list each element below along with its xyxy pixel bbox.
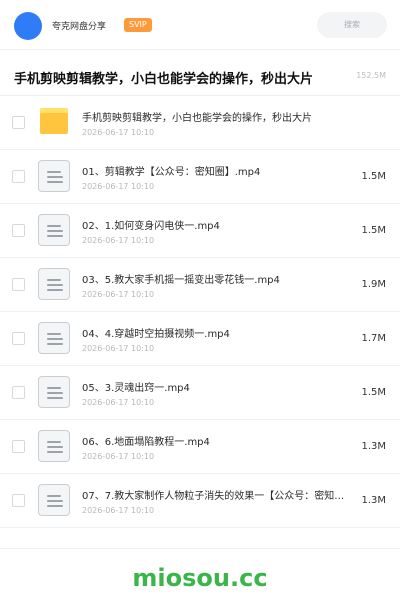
- list-item[interactable]: 05、3.灵魂出窍一.mp4 2026-06-17 10:10 1.5M: [0, 366, 400, 420]
- file-date: 2026-06-17 10:10: [82, 506, 155, 515]
- file-name[interactable]: 04、4.穿越时空拍摄视频一.mp4: [82, 325, 346, 340]
- row-checkbox[interactable]: [12, 494, 25, 507]
- file-icon: [38, 322, 70, 354]
- file-icon: [38, 268, 70, 300]
- total-size: 152.5M: [356, 71, 386, 80]
- file-date: 2026-06-17 10:10: [82, 236, 155, 245]
- file-icon: [38, 484, 70, 516]
- file-date: 2026-06-17 10:10: [82, 398, 155, 407]
- title-bar: 手机剪映剪辑教学，小白也能学会的操作，秒出大片 152.5M: [0, 56, 400, 96]
- vip-badge: SVIP: [124, 18, 152, 32]
- file-size: 1.9M: [361, 279, 386, 290]
- file-name[interactable]: 03、5.教大家手机摇一摇变出零花钱一.mp4: [82, 271, 346, 286]
- search-input[interactable]: 搜索: [317, 12, 387, 38]
- row-checkbox[interactable]: [12, 386, 25, 399]
- top-header: 夸克网盘分享 SVIP 搜索: [0, 0, 400, 50]
- list-item[interactable]: 手机剪映剪辑教学，小白也能学会的操作，秒出大片 2026-06-17 10:10: [0, 96, 400, 150]
- file-list: 手机剪映剪辑教学，小白也能学会的操作，秒出大片 2026-06-17 10:10…: [0, 96, 400, 528]
- file-name[interactable]: 05、3.灵魂出窍一.mp4: [82, 379, 346, 394]
- row-checkbox[interactable]: [12, 116, 25, 129]
- file-name[interactable]: 手机剪映剪辑教学，小白也能学会的操作，秒出大片: [82, 109, 346, 124]
- list-item[interactable]: 02、1.如何变身闪电侠一.mp4 2026-06-17 10:10 1.5M: [0, 204, 400, 258]
- file-size: 1.5M: [361, 225, 386, 236]
- file-size: 1.5M: [361, 387, 386, 398]
- file-date: 2026-06-17 10:10: [82, 182, 155, 191]
- list-item[interactable]: 07、7.教大家制作人物粒子消失的效果一【公众号：密知圈】.mp4 2026-0…: [0, 474, 400, 528]
- row-checkbox[interactable]: [12, 170, 25, 183]
- file-date: 2026-06-17 10:10: [82, 452, 155, 461]
- row-checkbox[interactable]: [12, 440, 25, 453]
- file-size: 1.3M: [361, 441, 386, 452]
- row-checkbox[interactable]: [12, 224, 25, 237]
- file-name[interactable]: 01、剪辑教学【公众号：密知圈】.mp4: [82, 163, 346, 178]
- row-checkbox[interactable]: [12, 278, 25, 291]
- list-item[interactable]: 03、5.教大家手机摇一摇变出零花钱一.mp4 2026-06-17 10:10…: [0, 258, 400, 312]
- watermark: miosou.cc: [132, 564, 268, 592]
- file-name[interactable]: 07、7.教大家制作人物粒子消失的效果一【公众号：密知圈】.mp4: [82, 487, 346, 502]
- file-name[interactable]: 06、6.地面塌陷教程一.mp4: [82, 433, 346, 448]
- row-checkbox[interactable]: [12, 332, 25, 345]
- site-name: 夸克网盘分享: [52, 22, 107, 32]
- file-name[interactable]: 02、1.如何变身闪电侠一.mp4: [82, 217, 346, 232]
- list-item[interactable]: 04、4.穿越时空拍摄视频一.mp4 2026-06-17 10:10 1.7M: [0, 312, 400, 366]
- folder-icon: [40, 108, 68, 134]
- footer: miosou.cc: [0, 548, 400, 600]
- file-size: 1.5M: [361, 171, 386, 182]
- file-date: 2026-06-17 10:10: [82, 128, 155, 137]
- file-icon: [38, 376, 70, 408]
- file-size: 1.3M: [361, 495, 386, 506]
- file-date: 2026-06-17 10:10: [82, 344, 155, 353]
- file-date: 2026-06-17 10:10: [82, 290, 155, 299]
- avatar[interactable]: [14, 12, 42, 40]
- file-icon: [38, 214, 70, 246]
- file-icon: [38, 160, 70, 192]
- file-size: 1.7M: [361, 333, 386, 344]
- list-item[interactable]: 01、剪辑教学【公众号：密知圈】.mp4 2026-06-17 10:10 1.…: [0, 150, 400, 204]
- list-item[interactable]: 06、6.地面塌陷教程一.mp4 2026-06-17 10:10 1.3M: [0, 420, 400, 474]
- page-title: 手机剪映剪辑教学，小白也能学会的操作，秒出大片: [14, 72, 314, 87]
- file-icon: [38, 430, 70, 462]
